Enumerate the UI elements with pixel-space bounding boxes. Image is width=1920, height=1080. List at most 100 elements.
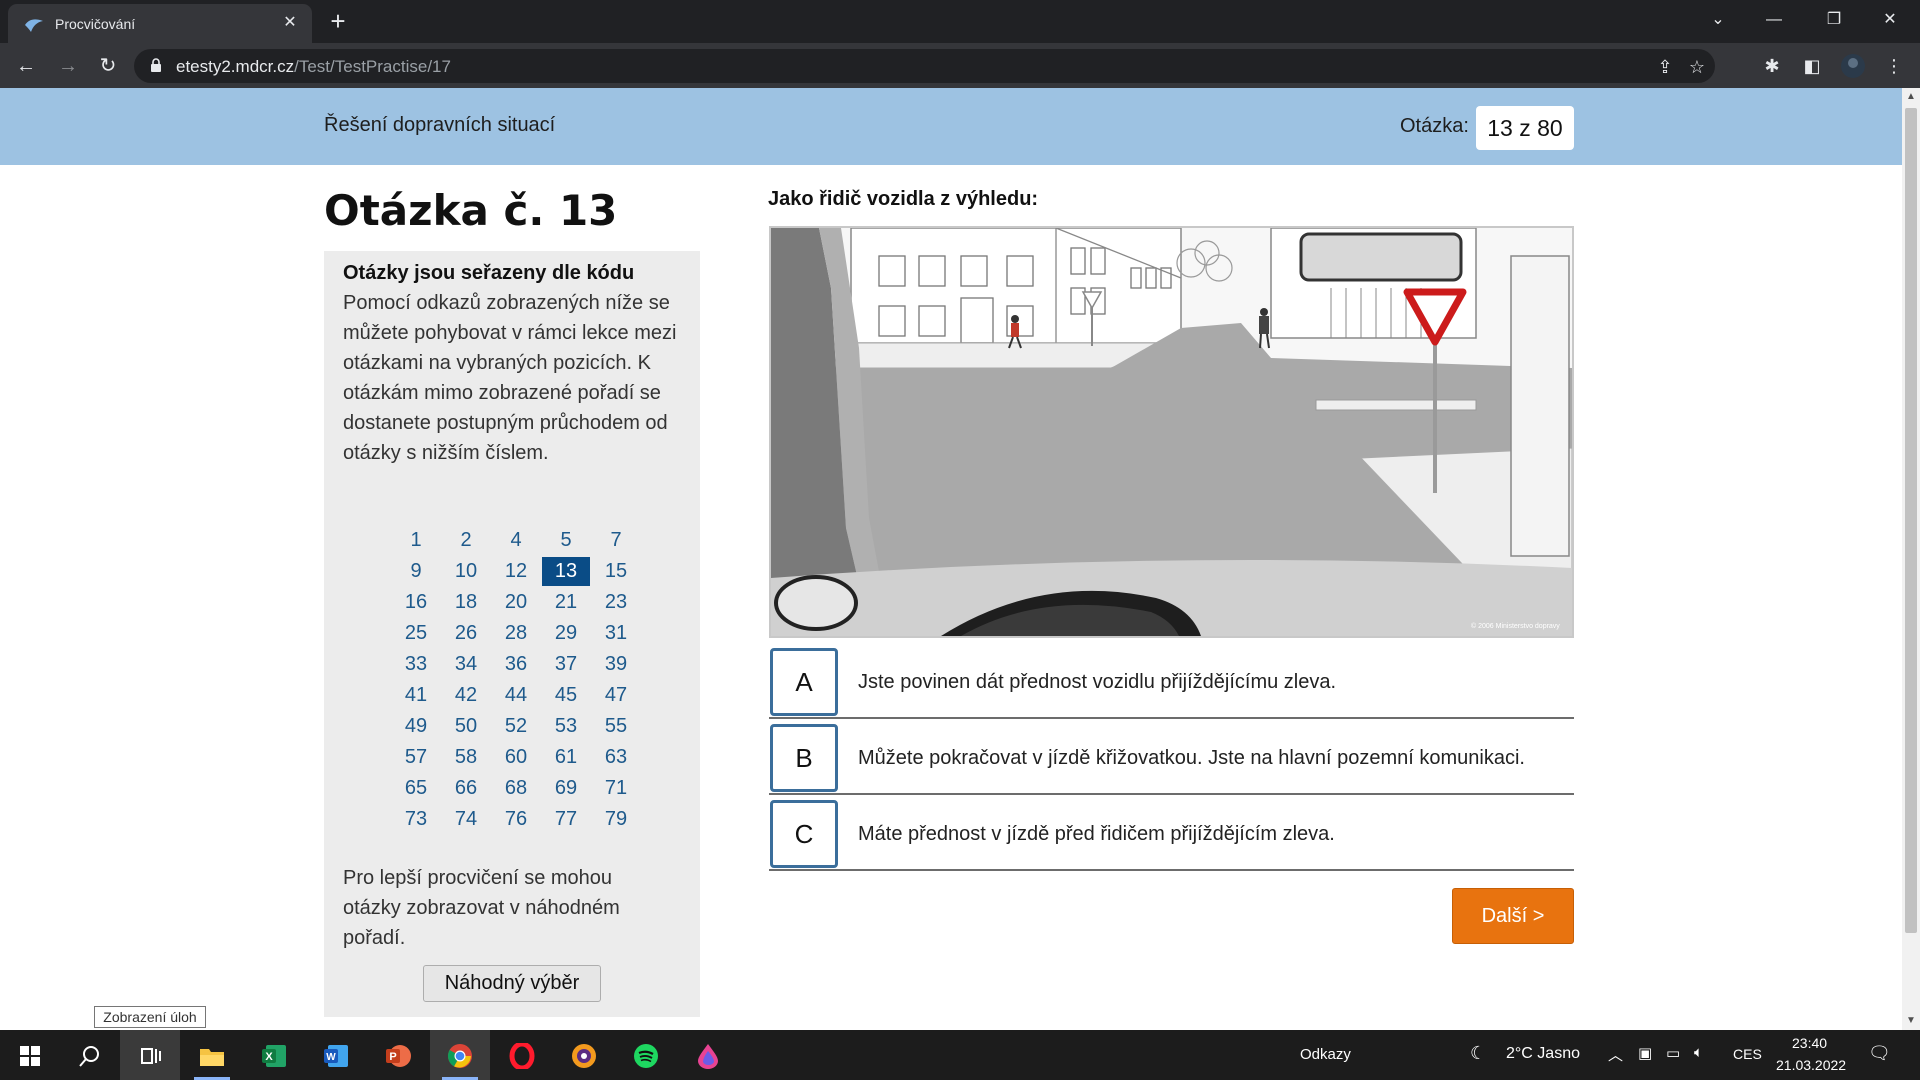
taskbar-spotify[interactable] [616,1030,676,1080]
weather-widget[interactable]: 2°C Jasno [1506,1045,1580,1063]
question-link-63[interactable]: 63 [592,743,640,772]
question-link-41[interactable]: 41 [392,681,440,710]
question-link-34[interactable]: 34 [442,650,490,679]
taskbar-opera[interactable] [492,1030,552,1080]
question-link-23[interactable]: 23 [592,588,640,617]
question-link-73[interactable]: 73 [392,805,440,834]
question-link-68[interactable]: 68 [492,774,540,803]
browser-tab[interactable]: Procvičování ✕ [8,4,312,43]
question-link-79[interactable]: 79 [592,805,640,834]
start-button[interactable] [0,1030,60,1080]
question-link-2[interactable]: 2 [442,526,490,555]
question-link-47[interactable]: 47 [592,681,640,710]
question-link-57[interactable]: 57 [392,743,440,772]
question-link-26[interactable]: 26 [442,619,490,648]
question-link-21[interactable]: 21 [542,588,590,617]
question-link-31[interactable]: 31 [592,619,640,648]
side-panel-icon[interactable]: ◧ [1799,53,1825,79]
question-link-5[interactable]: 5 [542,526,590,555]
answer-letter-b[interactable]: B [770,724,838,792]
taskbar-file-explorer[interactable] [182,1030,242,1080]
question-link-18[interactable]: 18 [442,588,490,617]
question-link-76[interactable]: 76 [492,805,540,834]
task-view-button[interactable] [120,1030,180,1080]
question-link-37[interactable]: 37 [542,650,590,679]
question-link-12[interactable]: 12 [492,557,540,586]
taskbar-vpn-app[interactable] [554,1030,614,1080]
question-link-49[interactable]: 49 [392,712,440,741]
question-link-28[interactable]: 28 [492,619,540,648]
new-tab-icon[interactable]: + [322,6,354,38]
next-question-button[interactable]: Další > [1452,888,1574,944]
question-link-66[interactable]: 66 [442,774,490,803]
question-link-1[interactable]: 1 [392,526,440,555]
tray-overflow-chevron-icon[interactable]: ︿ [1608,1044,1623,1065]
share-icon[interactable]: ⇪ [1654,56,1676,78]
clock-time[interactable]: 23:40 [1792,1035,1827,1051]
close-tab-icon[interactable]: ✕ [278,11,302,35]
taskbar-chrome[interactable] [430,1030,490,1080]
page-scrollbar[interactable]: ▲ ▼ [1902,88,1920,1030]
question-link-45[interactable]: 45 [542,681,590,710]
random-selection-button[interactable]: Náhodný výběr [423,965,601,1002]
address-bar[interactable]: etesty2.mdcr.cz/Test/TestPractise/17 ⇪ ☆ [134,49,1715,83]
question-link-16[interactable]: 16 [392,588,440,617]
question-link-53[interactable]: 53 [542,712,590,741]
minimize-icon[interactable]: — [1746,0,1802,40]
question-link-39[interactable]: 39 [592,650,640,679]
question-link-77[interactable]: 77 [542,805,590,834]
question-link-42[interactable]: 42 [442,681,490,710]
question-link-36[interactable]: 36 [492,650,540,679]
close-window-icon[interactable]: ✕ [1862,0,1918,40]
question-link-69[interactable]: 69 [542,774,590,803]
restore-icon[interactable]: ❐ [1806,0,1862,40]
volume-icon[interactable]: 🔈︎ [1694,1044,1703,1061]
extensions-icon[interactable]: ✱ [1759,53,1785,79]
question-link-60[interactable]: 60 [492,743,540,772]
question-link-55[interactable]: 55 [592,712,640,741]
question-link-58[interactable]: 58 [442,743,490,772]
scroll-thumb[interactable] [1905,108,1917,933]
question-link-33[interactable]: 33 [392,650,440,679]
answer-option-a[interactable]: A Jste povinen dát přednost vozidlu přij… [769,643,1574,719]
question-link-74[interactable]: 74 [442,805,490,834]
question-link-10[interactable]: 10 [442,557,490,586]
question-link-50[interactable]: 50 [442,712,490,741]
question-link-9[interactable]: 9 [392,557,440,586]
forward-icon[interactable]: → [52,50,84,82]
question-link-52[interactable]: 52 [492,712,540,741]
question-link-71[interactable]: 71 [592,774,640,803]
question-link-13[interactable]: 13 [542,557,590,586]
browser-menu-icon[interactable]: ⋮ [1881,53,1907,79]
taskbar-excel[interactable]: X [244,1030,304,1080]
taskbar-paint-app[interactable] [678,1030,738,1080]
bookmark-star-icon[interactable]: ☆ [1686,56,1708,78]
taskbar-word[interactable]: W [306,1030,366,1080]
question-link-20[interactable]: 20 [492,588,540,617]
back-icon[interactable]: ← [10,50,42,82]
question-link-15[interactable]: 15 [592,557,640,586]
network-icon[interactable]: ▣ [1638,1044,1652,1062]
scroll-up-icon[interactable]: ▲ [1906,92,1916,102]
answer-letter-a[interactable]: A [770,648,838,716]
battery-icon[interactable]: ▭ [1666,1044,1680,1062]
notifications-icon[interactable]: 🗨︎ [1868,1043,1891,1064]
input-language[interactable]: CES [1733,1046,1762,1062]
reload-icon[interactable]: ↻ [92,50,124,82]
clock-date[interactable]: 21.03.2022 [1776,1057,1846,1073]
question-link-7[interactable]: 7 [592,526,640,555]
question-link-29[interactable]: 29 [542,619,590,648]
question-link-4[interactable]: 4 [492,526,540,555]
question-link-65[interactable]: 65 [392,774,440,803]
taskbar-search-button[interactable] [60,1030,120,1080]
scroll-down-icon[interactable]: ▼ [1906,1016,1916,1026]
question-link-25[interactable]: 25 [392,619,440,648]
question-link-61[interactable]: 61 [542,743,590,772]
answer-option-b[interactable]: B Můžete pokračovat v jízdě křižovatkou.… [769,719,1574,795]
taskbar-powerpoint[interactable]: P [368,1030,428,1080]
links-toolbar-label[interactable]: Odkazy [1300,1046,1351,1063]
tab-search-icon[interactable]: ⌄ [1690,0,1746,40]
profile-avatar-icon[interactable] [1840,53,1866,79]
answer-option-c[interactable]: C Máte přednost v jízdě před řidičem při… [769,795,1574,871]
answer-letter-c[interactable]: C [770,800,838,868]
